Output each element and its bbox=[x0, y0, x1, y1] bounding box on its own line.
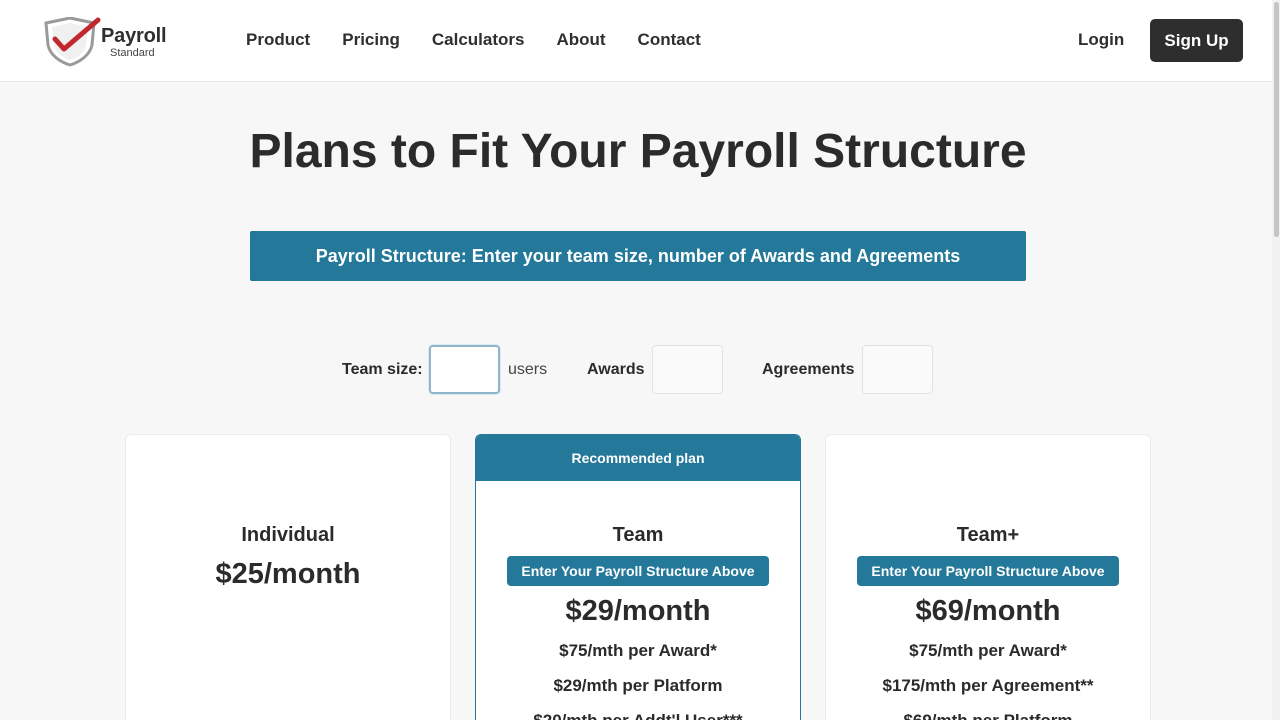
scrollbar-thumb[interactable] bbox=[1274, 2, 1279, 237]
agreements-label: Agreements bbox=[762, 361, 855, 378]
enter-structure-button[interactable]: Enter Your Payroll Structure Above bbox=[857, 556, 1119, 586]
plan-card-team-plus: Team+ Enter Your Payroll Structure Above… bbox=[825, 434, 1151, 720]
page-scrollbar[interactable] bbox=[1272, 0, 1280, 720]
agreements-input[interactable] bbox=[862, 345, 933, 394]
enter-structure-button[interactable]: Enter Your Payroll Structure Above bbox=[507, 556, 769, 586]
plan-feature-line: $69/mth per Platform bbox=[826, 711, 1150, 720]
awards-label: Awards bbox=[587, 361, 645, 378]
shield-check-icon bbox=[44, 17, 101, 67]
plan-feature-line: $75/mth per Award* bbox=[559, 641, 717, 660]
nav-product[interactable]: Product bbox=[246, 30, 310, 50]
nav-pricing[interactable]: Pricing bbox=[342, 30, 400, 50]
team-size-label: Team size: bbox=[342, 361, 423, 378]
plan-price: $69/month bbox=[915, 595, 1061, 627]
payroll-structure-banner: Payroll Structure: Enter your team size,… bbox=[250, 231, 1026, 281]
plan-card-individual: Individual $25/month bbox=[125, 434, 451, 720]
nav-about[interactable]: About bbox=[556, 30, 605, 50]
login-link[interactable]: Login bbox=[1078, 30, 1124, 50]
nav-calculators[interactable]: Calculators bbox=[432, 30, 525, 50]
brand-name: Payroll bbox=[101, 25, 167, 47]
signup-button[interactable]: Sign Up bbox=[1150, 19, 1243, 62]
plan-feature-line: $175/mth per Agreement** bbox=[882, 676, 1094, 695]
awards-input[interactable] bbox=[652, 345, 723, 394]
brand-logo[interactable]: Payroll Standard bbox=[42, 17, 174, 67]
plan-feature-line: $20/mth per Addt'l User*** bbox=[476, 711, 800, 720]
plan-feature-line: $75/mth per Award* bbox=[909, 641, 1067, 660]
plan-name: Team bbox=[612, 524, 664, 546]
plan-price: $29/month bbox=[565, 595, 711, 627]
page-title: Plans to Fit Your Payroll Structure bbox=[249, 125, 1027, 178]
team-size-input[interactable] bbox=[429, 345, 500, 394]
nav-contact[interactable]: Contact bbox=[638, 30, 701, 50]
plan-feature-line: $29/mth per Platform bbox=[553, 676, 723, 695]
recommended-badge: Recommended plan bbox=[476, 435, 800, 481]
plan-price: $25/month bbox=[215, 558, 361, 590]
site-header: Payroll Standard Product Pricing Calcula… bbox=[0, 0, 1280, 82]
team-size-unit: users bbox=[508, 361, 548, 378]
plan-name: Team+ bbox=[956, 524, 1020, 546]
plan-card-team: Recommended plan Team Enter Your Payroll… bbox=[475, 434, 801, 720]
main-nav: Product Pricing Calculators About Contac… bbox=[246, 30, 733, 50]
brand-subtitle: Standard bbox=[110, 47, 155, 59]
plan-name: Individual bbox=[241, 524, 335, 546]
